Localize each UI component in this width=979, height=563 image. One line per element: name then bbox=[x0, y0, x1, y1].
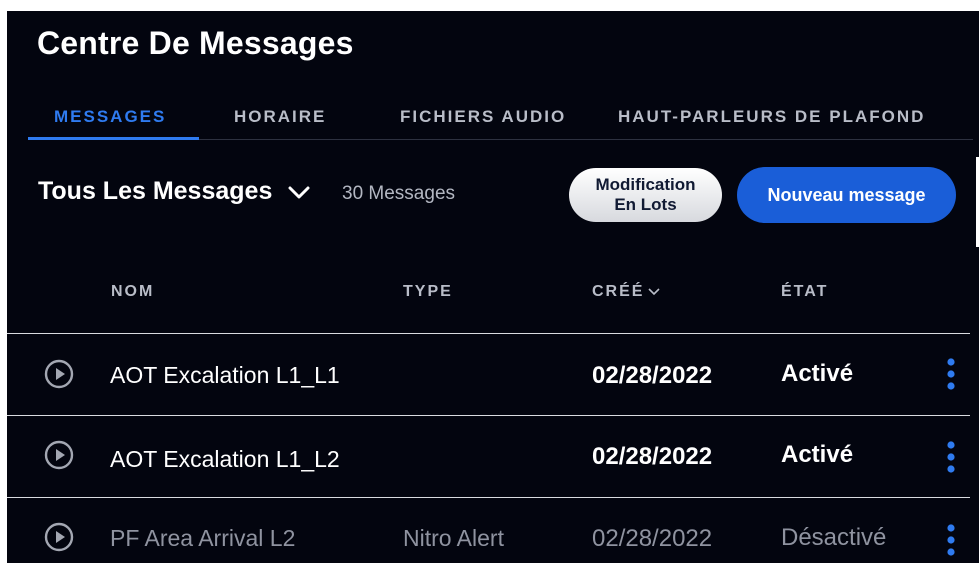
column-header-created[interactable]: CRÉÉ bbox=[592, 283, 661, 301]
message-name: AOT Excalation L1_L1 bbox=[110, 362, 340, 388]
message-status: Activé bbox=[781, 360, 854, 387]
message-filter-dropdown[interactable]: Tous Les Messages bbox=[38, 177, 310, 206]
sort-down-icon bbox=[648, 288, 661, 295]
table-row[interactable]: AOT Excalation L1_L2 02/28/2022 Activé bbox=[7, 416, 970, 496]
table-row[interactable]: AOT Excalation L1_L1 02/28/2022 Activé bbox=[7, 334, 970, 414]
message-created-date: 02/28/2022 bbox=[592, 362, 713, 389]
message-created-date: 02/28/2022 bbox=[592, 443, 713, 470]
tab-bar: MESSAGES HORAIRE FICHIERS AUDIO HAUT-PAR… bbox=[28, 103, 973, 140]
message-name: AOT Excalation L1_L2 bbox=[110, 446, 340, 472]
play-circle-icon[interactable] bbox=[44, 359, 74, 389]
tab-audio-files[interactable]: FICHIERS AUDIO bbox=[400, 107, 566, 127]
message-name: PF Area Arrival L2 bbox=[110, 525, 296, 551]
tab-ceiling-speakers[interactable]: HAUT-PARLEURS DE PLAFOND bbox=[618, 107, 925, 127]
message-center-app: Centre De Messages MESSAGES HORAIRE FICH… bbox=[7, 11, 979, 563]
filter-label: Tous Les Messages bbox=[38, 177, 273, 205]
play-circle-icon[interactable] bbox=[44, 440, 74, 470]
column-header-name[interactable]: NOM bbox=[111, 283, 154, 301]
column-header-status[interactable]: ÉTAT bbox=[781, 283, 828, 301]
bulk-edit-button[interactable]: Modification En Lots bbox=[569, 168, 722, 222]
play-circle-icon[interactable] bbox=[44, 522, 74, 552]
kebab-menu-icon[interactable] bbox=[944, 439, 958, 475]
page-title: Centre De Messages bbox=[37, 25, 354, 61]
active-tab-indicator bbox=[28, 137, 199, 140]
tab-schedule[interactable]: HORAIRE bbox=[234, 107, 326, 127]
kebab-menu-icon[interactable] bbox=[944, 356, 958, 392]
message-type: Nitro Alert bbox=[403, 525, 504, 551]
message-status: Activé bbox=[781, 441, 854, 468]
message-status: Désactivé bbox=[781, 524, 887, 551]
message-count: 30 Messages bbox=[342, 183, 456, 204]
column-header-created-label: CRÉÉ bbox=[592, 283, 645, 300]
new-message-button[interactable]: Nouveau message bbox=[737, 167, 956, 223]
tab-messages[interactable]: MESSAGES bbox=[54, 107, 166, 127]
column-header-type[interactable]: TYPE bbox=[403, 283, 453, 301]
message-created-date: 02/28/2022 bbox=[592, 525, 713, 552]
table-row[interactable]: PF Area Arrival L2 Nitro Alert 02/28/202… bbox=[7, 498, 970, 563]
chevron-down-icon bbox=[288, 186, 310, 198]
kebab-menu-icon[interactable] bbox=[944, 522, 958, 558]
